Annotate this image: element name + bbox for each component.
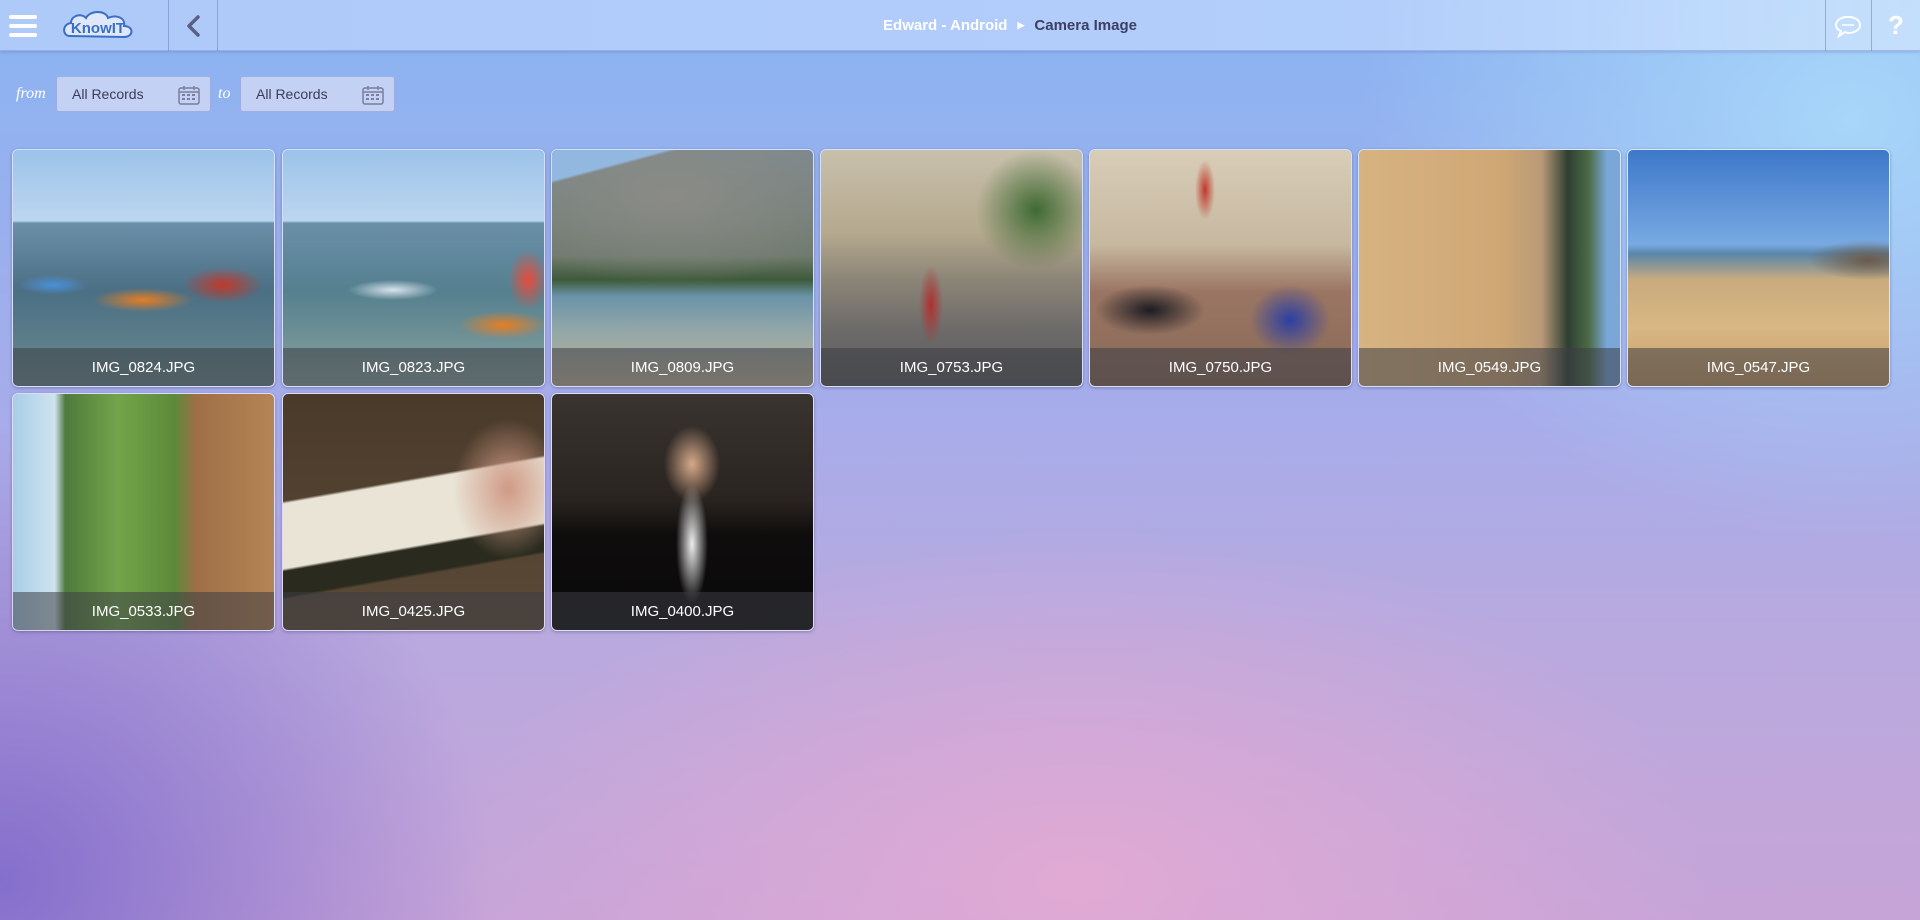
from-label: from: [16, 85, 46, 102]
from-date-field[interactable]: All Records: [56, 76, 211, 112]
image-caption: IMG_0753.JPG: [821, 348, 1082, 386]
to-label-wrap: to: [218, 76, 230, 112]
logo-text: KnowIT: [71, 20, 125, 37]
help-button[interactable]: ?: [1872, 0, 1920, 51]
image-tile[interactable]: IMG_0547.JPG: [1627, 149, 1890, 387]
help-icon: ?: [1888, 10, 1904, 40]
menu-button[interactable]: [0, 0, 46, 51]
image-caption: IMG_0750.JPG: [1090, 348, 1351, 386]
knowit-logo-icon: KnowIT: [63, 10, 133, 38]
image-tile[interactable]: IMG_0400.JPG: [551, 393, 814, 631]
image-caption: IMG_0533.JPG: [13, 592, 274, 630]
breadcrumb-item-current: Camera Image: [1034, 17, 1137, 34]
image-caption: IMG_0823.JPG: [283, 348, 544, 386]
top-bar: KnowIT Edward - Android ▶ Camera Image ?: [0, 0, 1920, 51]
image-tile[interactable]: IMG_0823.JPG: [282, 149, 545, 387]
from-label-wrap: from: [16, 76, 46, 112]
image-tile[interactable]: IMG_0753.JPG: [820, 149, 1083, 387]
image-tile[interactable]: IMG_0533.JPG: [12, 393, 275, 631]
image-tile[interactable]: IMG_0425.JPG: [282, 393, 545, 631]
to-date-field[interactable]: All Records: [240, 76, 395, 112]
image-tile[interactable]: IMG_0750.JPG: [1089, 149, 1352, 387]
chevron-right-icon: ▶: [1017, 20, 1025, 30]
image-caption: IMG_0400.JPG: [552, 592, 813, 630]
back-button[interactable]: [168, 0, 218, 51]
image-tile[interactable]: IMG_0549.JPG: [1358, 149, 1621, 387]
image-caption: IMG_0547.JPG: [1628, 348, 1889, 386]
breadcrumb-item-device[interactable]: Edward - Android: [883, 17, 1007, 34]
image-tile[interactable]: IMG_0809.JPG: [551, 149, 814, 387]
chevron-left-icon: [187, 14, 200, 37]
hamburger-icon: [9, 14, 37, 37]
to-label: to: [218, 85, 231, 102]
image-tile[interactable]: IMG_0824.JPG: [12, 149, 275, 387]
image-caption: IMG_0425.JPG: [283, 592, 544, 630]
calendar-icon[interactable]: [362, 85, 384, 105]
image-caption: IMG_0549.JPG: [1359, 348, 1620, 386]
from-date-value: All Records: [72, 86, 144, 102]
chat-bubble-icon: [1834, 15, 1862, 38]
image-caption: IMG_0809.JPG: [552, 348, 813, 386]
calendar-icon[interactable]: [178, 85, 200, 105]
image-caption: IMG_0824.JPG: [13, 348, 274, 386]
chat-button[interactable]: [1825, 0, 1871, 51]
breadcrumb: Edward - Android ▶ Camera Image: [600, 0, 1420, 51]
to-date-value: All Records: [256, 86, 328, 102]
app-logo[interactable]: KnowIT: [58, 0, 140, 51]
divider: [217, 0, 218, 51]
